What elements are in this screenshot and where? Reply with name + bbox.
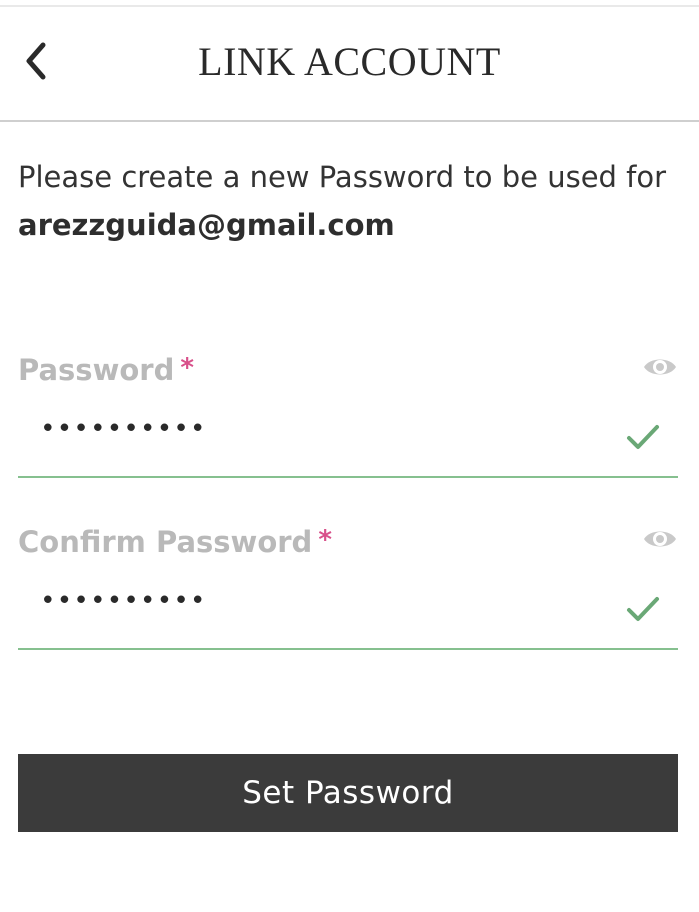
chevron-left-icon xyxy=(26,42,46,80)
confirm-password-underline xyxy=(18,648,678,650)
password-input[interactable] xyxy=(18,404,622,466)
top-divider xyxy=(0,5,699,7)
confirm-password-input[interactable] xyxy=(18,576,622,638)
instruction-body: Please create a new Password to be used … xyxy=(18,160,667,194)
required-indicator: * xyxy=(180,353,194,383)
password-label: Password * xyxy=(18,350,194,390)
instruction-text: Please create a new Password to be used … xyxy=(18,153,688,249)
check-icon xyxy=(627,597,659,621)
set-password-button[interactable]: Set Password xyxy=(18,754,678,832)
confirm-password-field: Confirm Password * •••••••••• xyxy=(18,522,678,682)
confirm-password-label: Confirm Password * xyxy=(18,522,332,562)
check-icon xyxy=(627,425,659,449)
password-underline xyxy=(18,476,678,478)
confirm-password-label-text: Confirm Password xyxy=(18,525,313,559)
required-indicator: * xyxy=(318,525,332,555)
back-button[interactable] xyxy=(12,34,60,88)
password-field: Password * •••••••••• xyxy=(18,350,678,510)
eye-icon[interactable] xyxy=(642,524,678,554)
page-title: LINK ACCOUNT xyxy=(198,39,501,84)
eye-icon[interactable] xyxy=(642,352,678,382)
app-header: LINK ACCOUNT xyxy=(0,8,699,122)
password-label-text: Password xyxy=(18,353,175,387)
account-email: arezzguida@gmail.com xyxy=(18,208,395,242)
